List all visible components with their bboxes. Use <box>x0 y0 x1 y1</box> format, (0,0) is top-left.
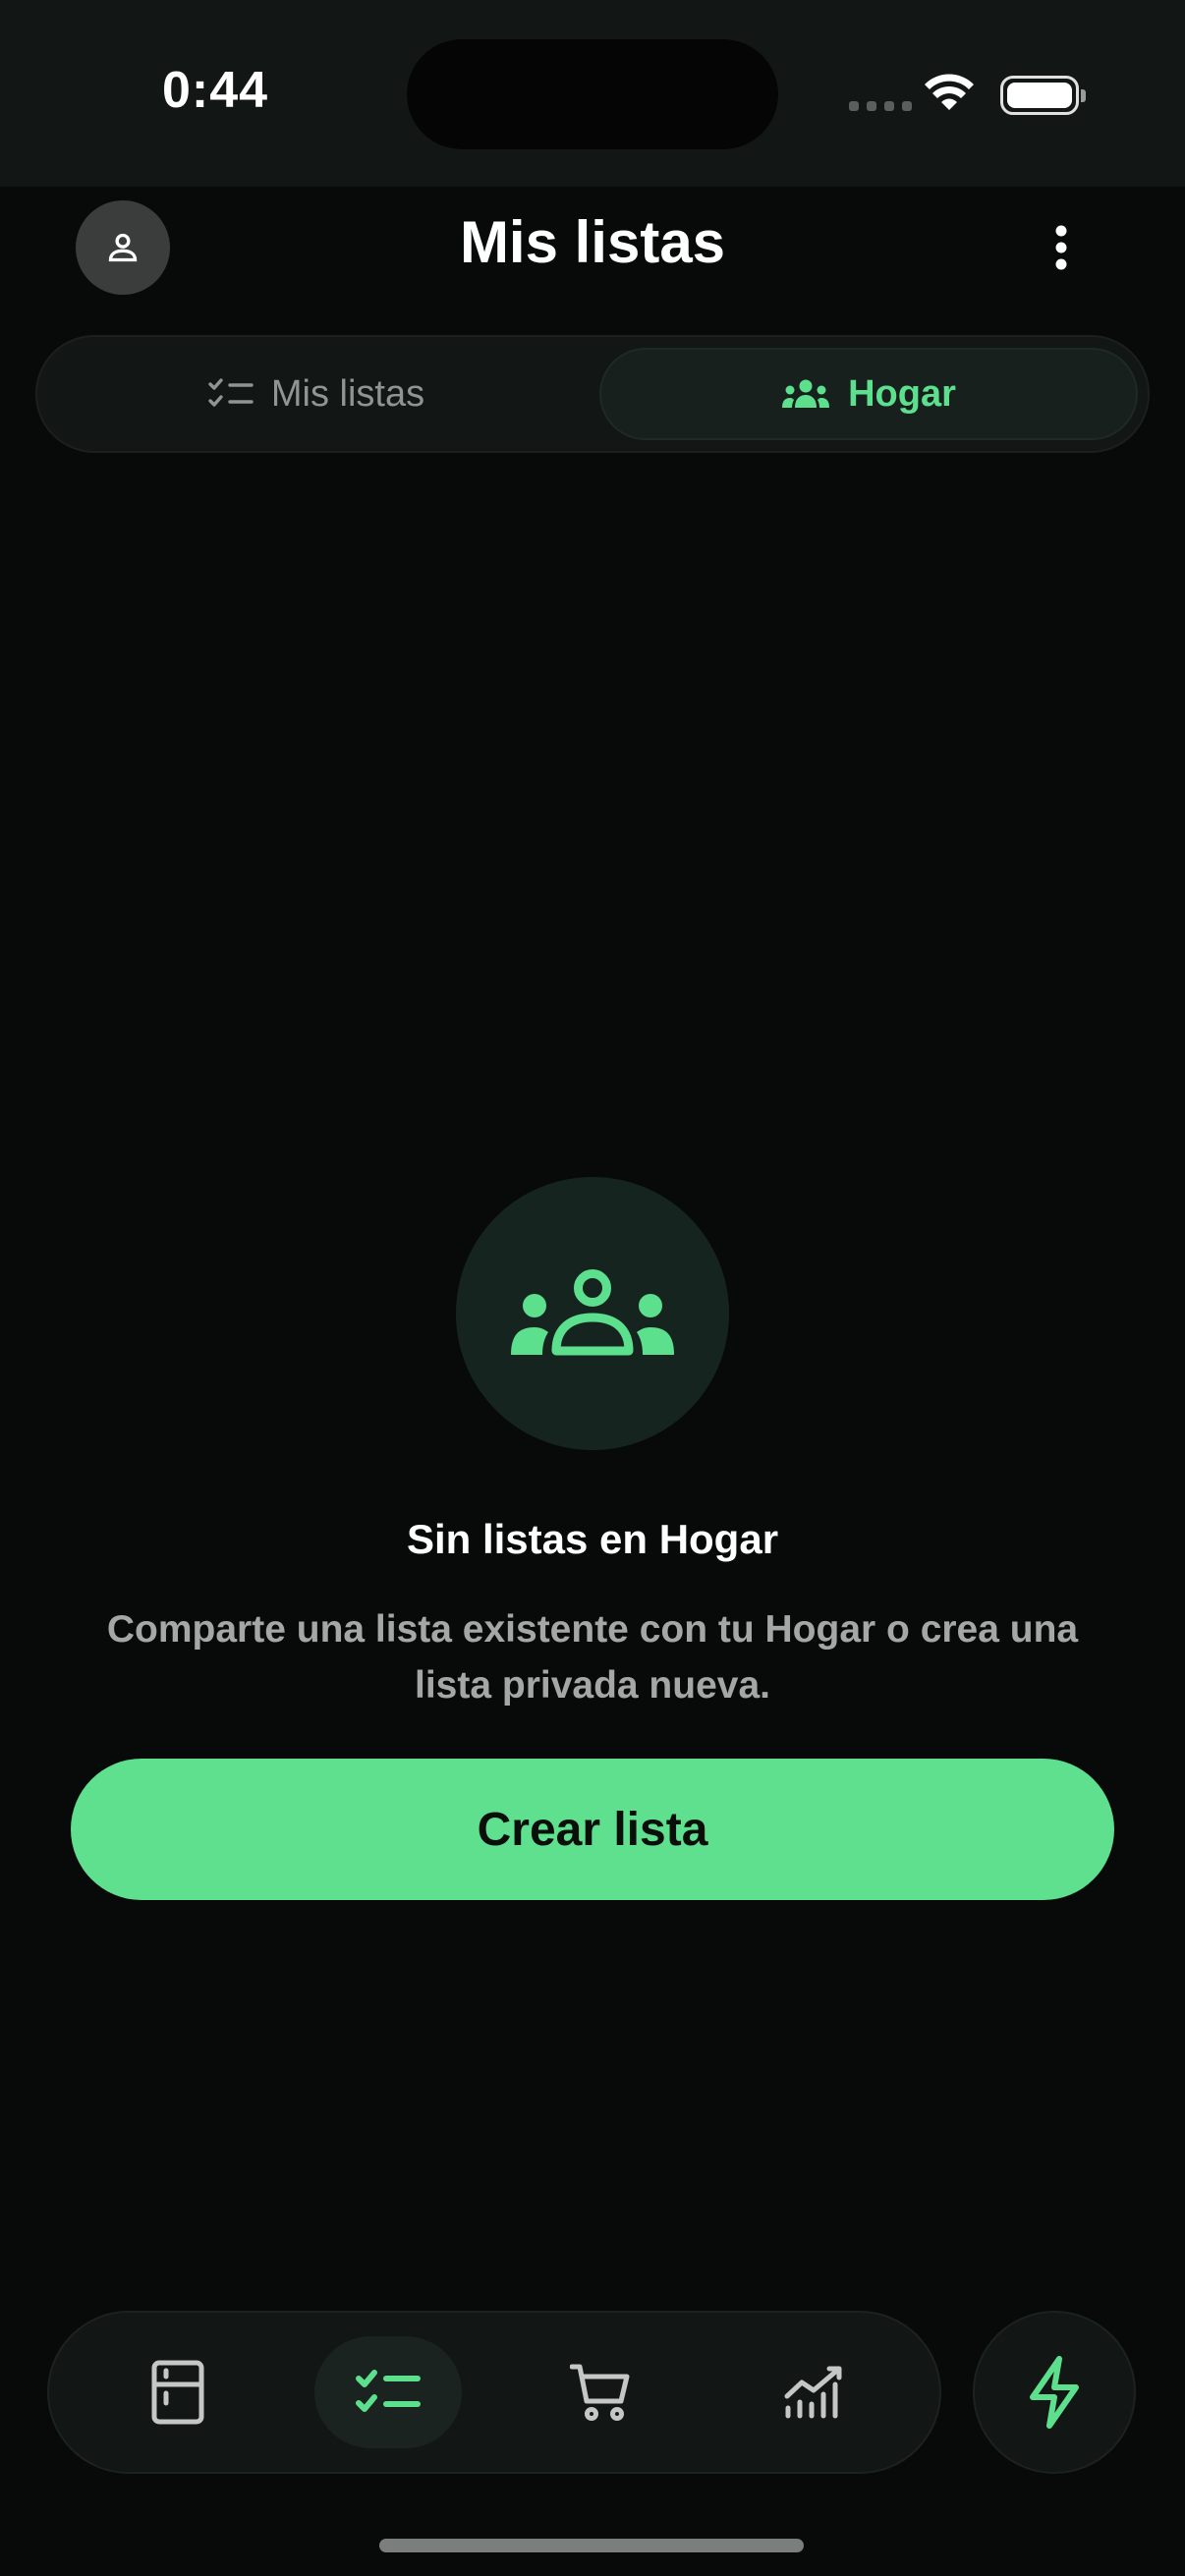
group-icon <box>511 1269 674 1356</box>
more-vertical-icon <box>1055 225 1067 270</box>
checklist-icon <box>208 378 254 407</box>
list-scope-tabs: Mis listas Hogar <box>35 335 1150 453</box>
fridge-icon <box>151 2360 204 2425</box>
checklist-icon <box>356 2370 421 2412</box>
tab-mis-listas[interactable]: Mis listas <box>47 348 586 440</box>
nav-item-stats[interactable] <box>741 2336 888 2448</box>
bottom-nav <box>47 2311 941 2474</box>
status-bar: 0:44 <box>0 0 1185 187</box>
tab-label: Hogar <box>848 372 956 415</box>
status-time: 0:44 <box>162 62 269 119</box>
signal-icon <box>849 101 912 111</box>
nav-item-cart[interactable] <box>527 2336 674 2448</box>
dynamic-island <box>407 39 778 149</box>
create-list-button[interactable]: Crear lista <box>71 1759 1114 1900</box>
empty-state-description: Comparte una lista existente con tu Hoga… <box>106 1608 1079 1707</box>
empty-state-title: Sin listas en Hogar <box>406 1516 779 1562</box>
bolt-icon <box>1030 2356 1079 2429</box>
battery-icon <box>1000 76 1086 115</box>
more-options-button[interactable] <box>1032 216 1091 279</box>
tab-label: Mis listas <box>270 372 425 415</box>
group-icon <box>782 379 830 408</box>
tab-hogar[interactable]: Hogar <box>599 348 1138 440</box>
nav-item-pantry[interactable] <box>104 2336 252 2448</box>
chart-icon <box>784 2366 842 2419</box>
cart-icon <box>570 2364 630 2421</box>
home-indicator <box>379 2539 804 2552</box>
nav-item-lists[interactable] <box>314 2336 462 2448</box>
quick-action-button[interactable] <box>973 2311 1136 2474</box>
empty-state-illustration <box>456 1177 729 1450</box>
page-title: Mis listas <box>459 209 726 275</box>
wifi-icon <box>925 74 974 110</box>
